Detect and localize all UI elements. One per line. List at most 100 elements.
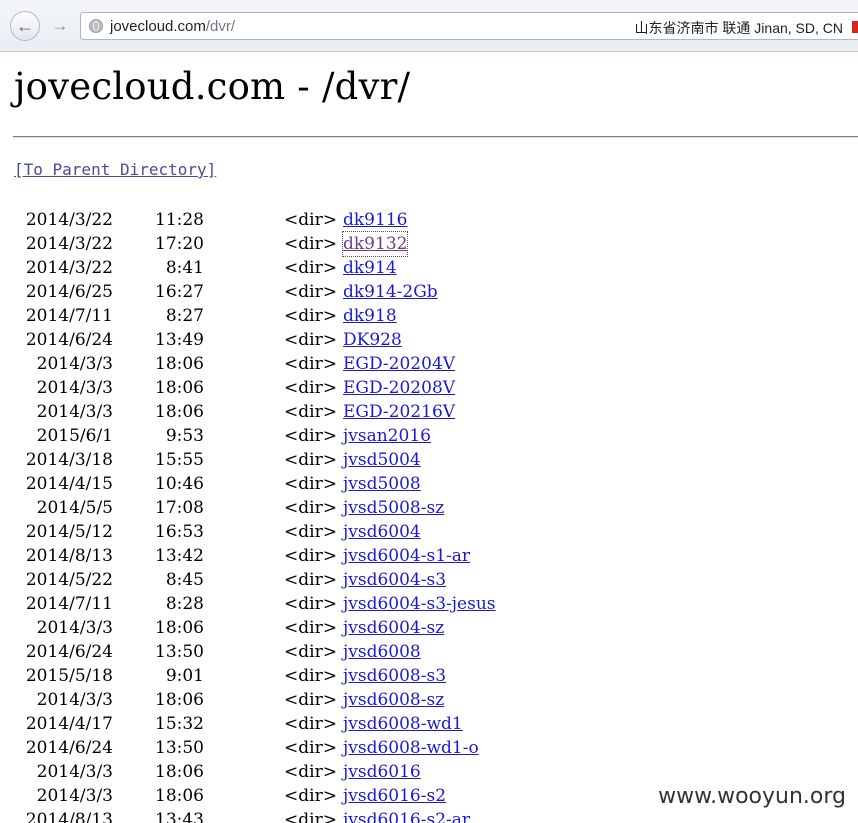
url-path: /dvr/ (205, 18, 236, 35)
row-date: 2014/6/24 (25, 330, 113, 350)
listing-row: 2014/3/3 18:06 <dir> EGD-20204V (0, 352, 858, 376)
row-type: <dir> (284, 666, 337, 686)
row-type: <dir> (284, 450, 337, 470)
row-type: <dir> (284, 402, 337, 422)
row-type: <dir> (284, 354, 337, 374)
directory-link[interactable]: jvsd6008-s3 (343, 664, 446, 688)
url-text[interactable]: jovecloud.com/dvr/ (110, 18, 235, 35)
row-date: 2014/3/22 (25, 210, 113, 230)
row-date: 2014/3/3 (36, 378, 113, 398)
directory-link[interactable]: jvsd6004 (343, 520, 421, 544)
row-date: 2014/5/22 (25, 570, 113, 590)
row-type: <dir> (284, 690, 337, 710)
directory-link[interactable]: jvsd5004 (343, 448, 421, 472)
back-arrow-icon[interactable]: ← (10, 11, 40, 41)
directory-link[interactable]: jvsd6004-s3 (343, 568, 446, 592)
directory-link[interactable]: EGD-20216V (343, 400, 455, 424)
row-date: 2014/8/13 (25, 810, 113, 823)
directory-link[interactable]: jvsd6008 (343, 640, 421, 664)
directory-link[interactable]: jvsd6008-wd1 (343, 712, 463, 736)
row-time: 8:28 (165, 594, 204, 614)
row-time: 10:46 (155, 474, 204, 494)
listing-row: 2014/3/22 8:41 <dir> dk914 (0, 256, 858, 280)
directory-link[interactable]: jvsd6016-s2-ar (343, 808, 470, 823)
directory-link[interactable]: jvsd6004-s1-ar (343, 544, 470, 568)
listing-row: 2014/3/3 18:06 <dir> EGD-20208V (0, 376, 858, 400)
row-type: <dir> (284, 306, 337, 326)
listing-row: 2014/4/15 10:46 <dir> jvsd5008 (0, 472, 858, 496)
listing-row: 2014/3/3 18:06 <dir> jvsd6004-sz (0, 616, 858, 640)
row-type: <dir> (284, 762, 337, 782)
row-date: 2014/3/3 (36, 690, 113, 710)
row-date: 2014/8/13 (25, 546, 113, 566)
row-time: 11:28 (155, 210, 204, 230)
row-time: 18:06 (155, 402, 204, 422)
directory-link[interactable]: jvsd6008-sz (343, 688, 444, 712)
forward-arrow-icon[interactable]: → (48, 15, 72, 37)
directory-link[interactable]: dk9132 (341, 231, 409, 257)
listing-row: 2014/5/22 8:45 <dir> jvsd6004-s3 (0, 568, 858, 592)
row-time: 18:06 (155, 786, 204, 806)
row-time: 9:01 (165, 666, 204, 686)
directory-link[interactable]: jvsan2016 (343, 424, 431, 448)
row-date: 2014/5/12 (25, 522, 113, 542)
directory-link[interactable]: jvsd5008 (343, 472, 421, 496)
listing-row: 2014/3/3 18:06 <dir> EGD-20216V (0, 400, 858, 424)
row-date: 2014/3/3 (36, 402, 113, 422)
listing-row: 2014/6/24 13:49 <dir> DK928 (0, 328, 858, 352)
divider (13, 136, 858, 138)
row-type: <dir> (284, 786, 337, 806)
row-type: <dir> (284, 546, 337, 566)
row-time: 8:45 (165, 570, 204, 590)
directory-link[interactable]: jvsd6016-s2 (343, 784, 446, 808)
row-type: <dir> (284, 594, 337, 614)
listing-row: 2014/6/24 13:50 <dir> jvsd6008-wd1-o (0, 736, 858, 760)
flag-icon (852, 21, 858, 33)
row-date: 2014/6/24 (25, 642, 113, 662)
row-date: 2014/3/3 (36, 354, 113, 374)
row-date: 2014/3/3 (36, 762, 113, 782)
row-date: 2014/5/5 (36, 498, 113, 518)
row-time: 15:32 (155, 714, 204, 734)
listing-row: 2014/6/25 16:27 <dir> dk914-2Gb (0, 280, 858, 304)
listing-row: 2014/3/22 11:28 <dir> dk9116 (0, 208, 858, 232)
row-date: 2014/4/15 (25, 474, 113, 494)
parent-directory-link[interactable]: [To Parent Directory] (14, 160, 216, 179)
directory-link[interactable]: dk9116 (343, 208, 407, 232)
page-title: jovecloud.com - /dvr/ (14, 65, 411, 108)
directory-link[interactable]: EGD-20204V (343, 352, 455, 376)
address-bar[interactable]: jovecloud.com/dvr/ 山东省济南市 联通 Jinan, SD, … (80, 12, 858, 40)
row-date: 2014/3/22 (25, 258, 113, 278)
row-time: 18:06 (155, 618, 204, 638)
globe-icon (89, 19, 103, 33)
directory-link[interactable]: jvsd6016 (343, 760, 421, 784)
row-type: <dir> (284, 498, 337, 518)
directory-link[interactable]: dk914-2Gb (343, 280, 438, 304)
directory-link[interactable]: jvsd6004-s3-jesus (343, 592, 496, 616)
row-type: <dir> (284, 522, 337, 542)
directory-link[interactable]: jvsd6008-wd1-o (343, 736, 479, 760)
listing-row: 2014/3/3 18:06 <dir> jvsd6016 (0, 760, 858, 784)
directory-link[interactable]: DK928 (343, 328, 402, 352)
listing-row: 2014/3/3 18:06 <dir> jvsd6008-sz (0, 688, 858, 712)
row-type: <dir> (284, 642, 337, 662)
row-time: 16:27 (155, 282, 204, 302)
directory-link[interactable]: jvsd5008-sz (343, 496, 444, 520)
listing-row: 2014/6/24 13:50 <dir> jvsd6008 (0, 640, 858, 664)
row-type: <dir> (284, 210, 337, 230)
directory-link[interactable]: jvsd6004-sz (343, 616, 444, 640)
directory-link[interactable]: EGD-20208V (343, 376, 455, 400)
row-time: 18:06 (155, 354, 204, 374)
row-date: 2014/4/17 (25, 714, 113, 734)
listing-row: 2014/5/5 17:08 <dir> jvsd5008-sz (0, 496, 858, 520)
row-date: 2014/6/25 (25, 282, 113, 302)
row-type: <dir> (284, 282, 337, 302)
directory-link[interactable]: dk914 (343, 256, 397, 280)
listing-row: 2014/7/11 8:27 <dir> dk918 (0, 304, 858, 328)
listing-row: 2014/7/11 8:28 <dir> jvsd6004-s3-jesus (0, 592, 858, 616)
row-date: 2014/3/3 (36, 786, 113, 806)
listing-row: 2014/3/22 17:20 <dir> dk9132 (0, 231, 858, 257)
row-time: 18:06 (155, 378, 204, 398)
row-time: 18:06 (155, 690, 204, 710)
directory-link[interactable]: dk918 (343, 304, 397, 328)
